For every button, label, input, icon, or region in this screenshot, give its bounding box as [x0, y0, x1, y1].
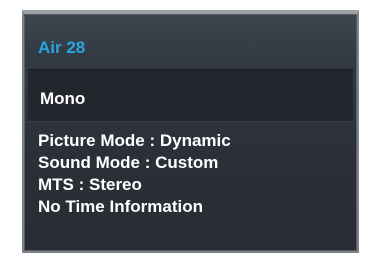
audio-info-band: Mono: [28, 69, 353, 122]
status-info-list: Picture Mode : Dynamic Sound Mode : Cust…: [38, 130, 231, 218]
time-info-line: No Time Information: [38, 197, 203, 216]
audio-mode-label: Mono: [40, 89, 86, 108]
mts-line: MTS : Stereo: [38, 175, 142, 194]
sound-mode-line: Sound Mode : Custom: [38, 153, 219, 172]
tv-info-osd-panel: Air 28 Mono Picture Mode : Dynamic Sound…: [22, 10, 359, 253]
channel-title: Air 28: [38, 38, 86, 57]
picture-mode-line: Picture Mode : Dynamic: [38, 131, 231, 150]
page: Air 28 Mono Picture Mode : Dynamic Sound…: [0, 0, 368, 266]
